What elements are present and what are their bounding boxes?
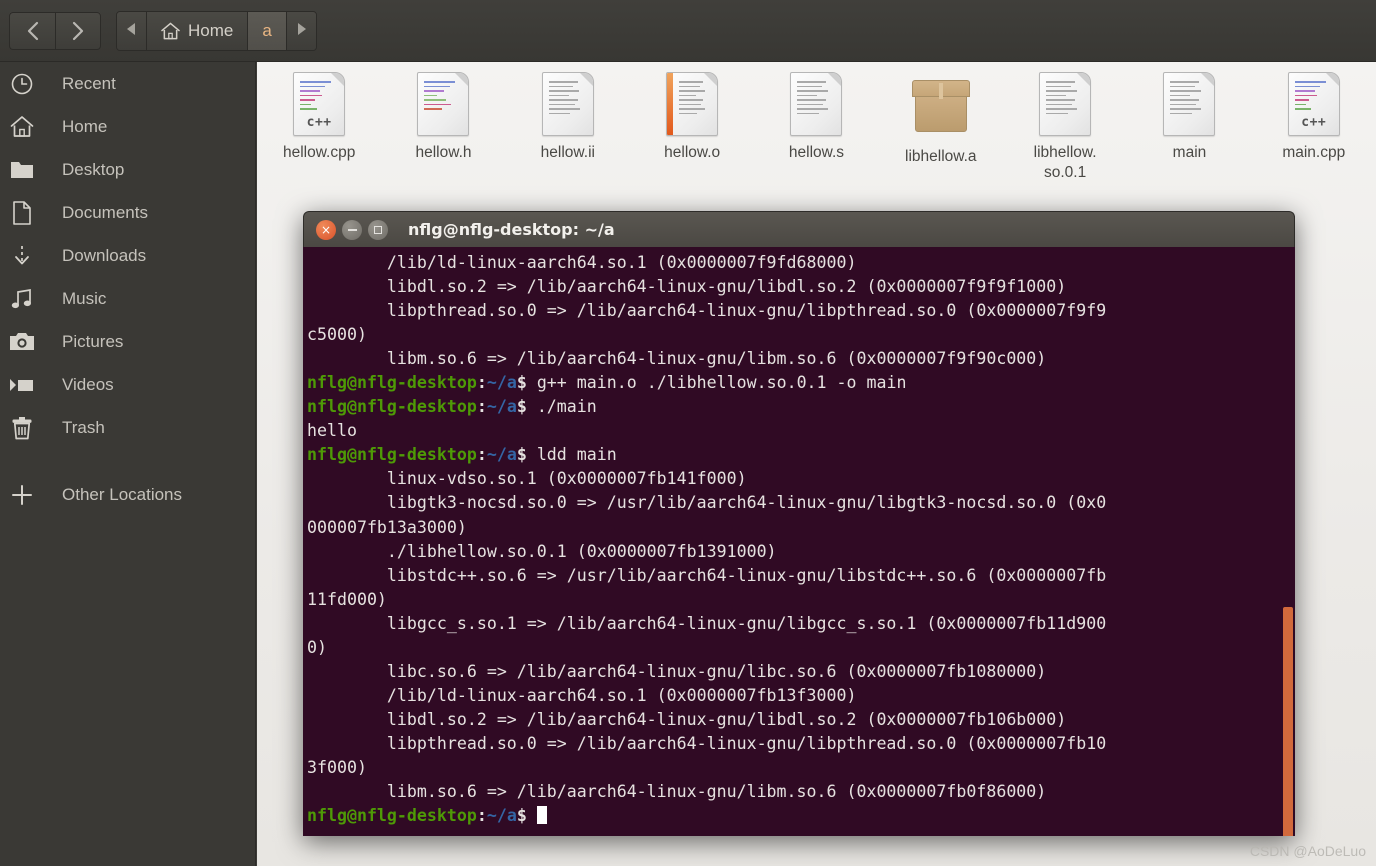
minimize-icon xyxy=(347,228,357,231)
sidebar-item-label: Pictures xyxy=(62,331,124,351)
file-item[interactable]: libhellow. so.0.1 xyxy=(1003,72,1127,183)
file-name-label: hellow.o xyxy=(664,144,721,161)
breadcrumb-label: Home xyxy=(188,20,234,40)
file-item[interactable]: hellow.ii xyxy=(506,72,630,183)
sidebar-item-label: Downloads xyxy=(62,245,147,265)
archive-file-icon xyxy=(911,80,970,132)
text-file-icon xyxy=(1039,72,1092,136)
sidebar-item-label: Music xyxy=(62,288,107,308)
breadcrumb-scroll-left[interactable] xyxy=(117,11,147,50)
folder-icon xyxy=(0,159,44,180)
file-item[interactable]: hellow.h xyxy=(381,72,505,183)
object-file-icon xyxy=(666,72,719,136)
close-icon: × xyxy=(320,222,332,237)
file-name-label: libhellow.a xyxy=(905,148,977,165)
file-item[interactable]: hellow.s xyxy=(754,72,878,183)
file-item[interactable]: c++ main.cpp xyxy=(1252,72,1376,183)
sidebar: Recent Home Desktop Documents Downloads … xyxy=(0,62,256,866)
triangle-right-icon xyxy=(297,23,306,38)
breadcrumb-label: a xyxy=(262,20,272,40)
sidebar-item-desktop[interactable]: Desktop xyxy=(0,148,255,191)
terminal-scrollbar[interactable] xyxy=(1283,607,1293,836)
forward-button[interactable] xyxy=(55,11,101,50)
file-name-label: hellow.h xyxy=(415,144,472,161)
terminal-text: /lib/ld-linux-aarch64.so.1 (0x0000007f9f… xyxy=(307,253,1107,826)
close-button[interactable]: × xyxy=(316,219,336,240)
sidebar-item-label: Recent xyxy=(62,73,116,93)
breadcrumb-item-a[interactable]: a xyxy=(248,11,287,50)
chevron-right-icon xyxy=(70,20,86,42)
sidebar-item-label: Home xyxy=(62,116,108,136)
file-item[interactable]: c++ hellow.cpp xyxy=(257,72,381,183)
home-icon xyxy=(0,115,44,138)
sidebar-item-downloads[interactable]: Downloads xyxy=(0,234,255,277)
document-icon xyxy=(0,200,44,225)
watermark-label: CSDN @AoDeLuo xyxy=(1249,843,1366,859)
chevron-left-icon xyxy=(25,20,41,42)
text-file-icon xyxy=(1163,72,1216,136)
file-name-label: hellow.ii xyxy=(540,144,595,161)
sidebar-item-label: Trash xyxy=(62,417,105,437)
file-name-label: main.cpp xyxy=(1282,144,1346,161)
file-name-label: main xyxy=(1172,144,1207,161)
trash-icon xyxy=(0,416,44,440)
plus-icon xyxy=(0,484,44,506)
back-button[interactable] xyxy=(9,11,55,50)
file-manager-header: Home a xyxy=(0,0,1376,62)
file-grid-row: c++ hellow.cpp hellow.h hellow.ii hellow… xyxy=(257,62,1376,183)
text-file-icon xyxy=(541,72,594,136)
clock-icon xyxy=(0,72,44,96)
sidebar-item-label: Videos xyxy=(62,374,114,394)
terminal-titlebar[interactable]: × nflg@nflg-desktop: ~/a xyxy=(303,211,1295,247)
file-name-label: hellow.s xyxy=(788,144,845,161)
file-item[interactable]: libhellow.a xyxy=(879,72,1003,183)
sidebar-item-videos[interactable]: Videos xyxy=(0,363,255,406)
breadcrumb-item-home[interactable]: Home xyxy=(147,11,249,50)
file-name-label: hellow.cpp xyxy=(282,144,356,161)
sidebar-item-other-locations[interactable]: Other Locations xyxy=(0,473,255,516)
cpp-file-icon: c++ xyxy=(1287,72,1340,136)
text-file-icon xyxy=(790,72,843,136)
breadcrumb: Home a xyxy=(116,10,317,51)
file-manager-window: Home a Recent Home Desktop Documents Dow… xyxy=(0,0,1376,866)
sidebar-item-label: Documents xyxy=(62,202,148,222)
triangle-left-icon xyxy=(127,23,136,38)
sidebar-item-music[interactable]: Music xyxy=(0,277,255,320)
minimize-button[interactable] xyxy=(342,219,362,240)
maximize-icon xyxy=(374,225,382,234)
header-file-icon xyxy=(417,72,470,136)
home-icon xyxy=(161,22,180,40)
download-icon xyxy=(0,244,44,268)
terminal-output[interactable]: /lib/ld-linux-aarch64.so.1 (0x0000007f9f… xyxy=(303,247,1295,836)
sidebar-item-recent[interactable]: Recent xyxy=(0,62,255,105)
file-item[interactable]: hellow.o xyxy=(630,72,754,183)
nav-buttons-group xyxy=(8,11,102,51)
file-name-label: libhellow. so.0.1 xyxy=(1033,144,1097,181)
maximize-button[interactable] xyxy=(368,219,388,240)
music-note-icon xyxy=(0,288,44,310)
cpp-file-icon: c++ xyxy=(293,72,346,136)
sidebar-item-label: Other Locations xyxy=(62,484,183,504)
sidebar-item-home[interactable]: Home xyxy=(0,105,255,148)
video-icon xyxy=(0,376,44,394)
sidebar-item-pictures[interactable]: Pictures xyxy=(0,320,255,363)
file-item[interactable]: main xyxy=(1127,72,1251,183)
breadcrumb-scroll-right[interactable] xyxy=(286,11,316,50)
sidebar-item-trash[interactable]: Trash xyxy=(0,406,255,449)
camera-icon xyxy=(0,331,44,352)
terminal-window: × nflg@nflg-desktop: ~/a /lib/ld-linux-a… xyxy=(303,211,1295,836)
sidebar-item-documents[interactable]: Documents xyxy=(0,191,255,234)
terminal-title-label: nflg@nflg-desktop: ~/a xyxy=(408,220,615,239)
sidebar-item-label: Desktop xyxy=(62,159,125,179)
